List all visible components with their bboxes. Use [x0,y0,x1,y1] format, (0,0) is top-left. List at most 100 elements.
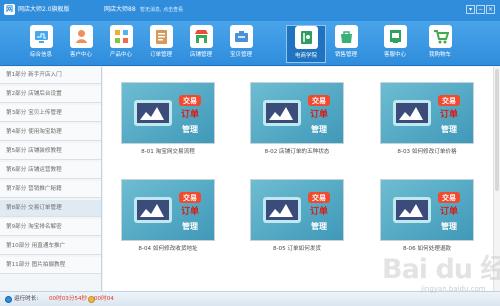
monitor-icon [29,25,53,48]
course-title: 8-04 如何修改收货地址 [138,246,198,252]
course-card[interactable]: 交易 订单 管理 8-04 如何修改收货地址 [121,179,215,257]
sidebar-item-part-8[interactable]: 第8部分 交易订单管理 [0,200,101,217]
close-button[interactable]: × [486,5,495,14]
sidebar-item-label: 第6部分 店铺运营教程 [6,167,62,173]
scrollbar-thumb[interactable] [495,69,499,191]
sidebar-item-part-7[interactable]: 第7部分 营销推广秘籍 [0,181,101,198]
course-card[interactable]: 交易 订单 管理 8-06 如何处理退款 [380,179,474,257]
sidebar-item-label: 第8部分 交易订单管理 [6,205,62,211]
thumb-title-bottom: 管理 [182,124,198,134]
sidebar-item-label: 第10部分 用直通车推广 [6,243,66,249]
toolbar-label: 销售管理 [334,52,357,58]
thumb-title-top: 交易 [442,193,456,202]
thumb-title-top: 交易 [442,96,456,105]
sidebar-item-part-3[interactable]: 第3部分 宝贝上传管理 [0,105,101,122]
sidebar-item-part-1[interactable]: 第1部分 新手开店入门 [0,67,101,84]
sidebar-item-part-11[interactable]: 第11部分 图片拍摄教程 [0,257,101,274]
course-title: 8-03 如何修改订单价格 [397,149,457,155]
application-window: 网 网店大师2.0旗舰版 网店大师88 暂无消息, 点击查看 ▾ − × 综合信息 … [0,0,500,306]
title-bar: 网 网店大师2.0旗舰版 网店大师88 暂无消息, 点击查看 ▾ − × [0,0,500,21]
toolbar-label: 客服中心 [383,52,406,58]
minimize-button[interactable]: − [476,5,485,14]
thumb-title-bottom: 管理 [441,221,457,231]
thumb-title-mid: 订单 [440,108,458,120]
toolbar-item-items[interactable]: 宝贝管理 [221,25,261,63]
sidebar-item-label: 第5部分 店铺装修教程 [6,148,62,154]
toolbar-label: 综合信息 [29,52,52,58]
bag-icon [334,25,358,48]
course-card[interactable]: 交易订单管理 8-05 订单如何发货 [250,179,344,257]
course-sidebar: 第1部分 新手开店入门 第2部分 店铺后台设置 第3部分 宝贝上传管理 第4部分… [0,67,102,291]
clipboard-icon [149,25,173,48]
toolbar-item-sales[interactable]: 销售管理 [326,25,366,63]
sidebar-item-part-6[interactable]: 第6部分 店铺运营教程 [0,162,101,179]
toolbar-item-service[interactable]: 客服中心 [375,25,415,63]
user-icon [69,25,93,48]
main-toolbar: 综合信息 客户中心 产品中心 订单管理 店铺管理 宝贝管理 电商学院 销售管理 … [0,21,500,66]
course-card[interactable]: 交易订单管理 8-03 如何修改订单价格 [380,82,474,160]
course-card[interactable]: 交易 订单 管理 8-01 淘宝网交易流程 [121,82,215,160]
toolbar-item-overview[interactable]: 综合信息 [21,25,61,63]
sidebar-item-part-2[interactable]: 第2部分 店铺后台设置 [0,86,101,103]
store-icon [189,25,213,48]
course-thumbnail: 交易 订单 管理 [121,179,215,241]
sidebar-item-label: 第4部分 使用淘宝助理 [6,129,62,135]
sidebar-item-label: 第3部分 宝贝上传管理 [6,110,62,116]
sidebar-item-part-4[interactable]: 第4部分 使用淘宝助理 [0,124,101,141]
runtime-value: 00时03分54秒 [49,296,88,302]
course-title: 8-05 订单如何发货 [272,246,322,252]
app-logo-icon: 网 [4,4,15,15]
sidebar-item-label: 第9部分 淘宝排名解密 [6,224,62,230]
thumb-title-mid: 订单 [310,205,328,217]
thumb-title-bottom: 管理 [311,124,327,134]
sidebar-item-part-5[interactable]: 第5部分 店铺装修教程 [0,143,101,160]
thumb-title-mid: 订单 [181,205,199,217]
toolbar-item-products[interactable]: 产品中心 [101,25,141,63]
sidebar-item-label: 第11部分 图片拍摄教程 [6,262,66,268]
cart-icon [428,25,452,48]
window-controls: ▾ − × [465,5,496,15]
course-thumbnail: 交易 订单 管理 [121,82,215,144]
toolbar-item-orders[interactable]: 订单管理 [141,25,181,63]
thumb-title-top: 交易 [312,193,326,202]
runtime-label: 运行时长: [14,296,39,302]
thumb-title-top: 交易 [183,96,197,105]
sidebar-item-part-9[interactable]: 第9部分 淘宝排名解密 [0,219,101,236]
thumb-title-mid: 订单 [440,205,458,217]
course-thumbnail: 交易 订单 管理 [250,179,344,241]
sidebar-item-part-10[interactable]: 第10部分 用直通车推广 [0,238,101,255]
toolbar-item-customers[interactable]: 客户中心 [61,25,101,63]
tools-icon [229,25,253,48]
secondary-runtime-value: 00时04 [94,296,114,302]
thumb-title-top: 交易 [183,193,197,202]
course-thumbnail: 交易 订单 管理 [250,82,344,144]
toolbar-label: 电商学院 [294,53,317,59]
dropdown-button[interactable]: ▾ [466,5,475,14]
toolbar-item-store[interactable]: 店铺管理 [181,25,221,63]
app-title: 网店大师2.0旗舰版 [18,6,70,13]
toolbar-item-cart[interactable]: 我购物车 [420,25,460,63]
toolbar-item-academy[interactable]: 电商学院 [286,25,326,63]
thumb-title-mid: 订单 [310,108,328,120]
thumb-title-bottom: 管理 [441,124,457,134]
toolbar-label: 产品中心 [109,52,132,58]
user-name[interactable]: 网店大师88 [104,5,136,14]
toolbar-label: 宝贝管理 [229,52,252,58]
grid-icon [109,25,133,48]
course-title: 8-02 店铺订单的五种状态 [264,149,330,155]
baidu-watermark: Bai du 经验 jingyan.baidu.com [382,250,500,306]
toolbar-label: 订单管理 [149,52,172,58]
sidebar-item-label: 第2部分 店铺后台设置 [6,91,62,97]
toolbar-label: 店铺管理 [189,52,212,58]
message-notice[interactable]: 暂无消息, 点击查看 [140,6,183,14]
watermark-logo: Bai du 经验 [382,254,500,285]
clock-icon [5,296,12,303]
watermark-url: jingyan.baidu.com [421,285,486,293]
thumb-title-bottom: 管理 [311,221,327,231]
course-card[interactable]: 交易 订单 管理 8-02 店铺订单的五种状态 [250,82,344,160]
course-thumbnail: 交易 订单 管理 [380,179,474,241]
toolbar-label: 客户中心 [69,52,92,58]
headset-icon [383,25,407,48]
sidebar-item-label: 第7部分 营销推广秘籍 [6,186,62,192]
course-title: 8-01 淘宝网交易流程 [141,149,195,155]
